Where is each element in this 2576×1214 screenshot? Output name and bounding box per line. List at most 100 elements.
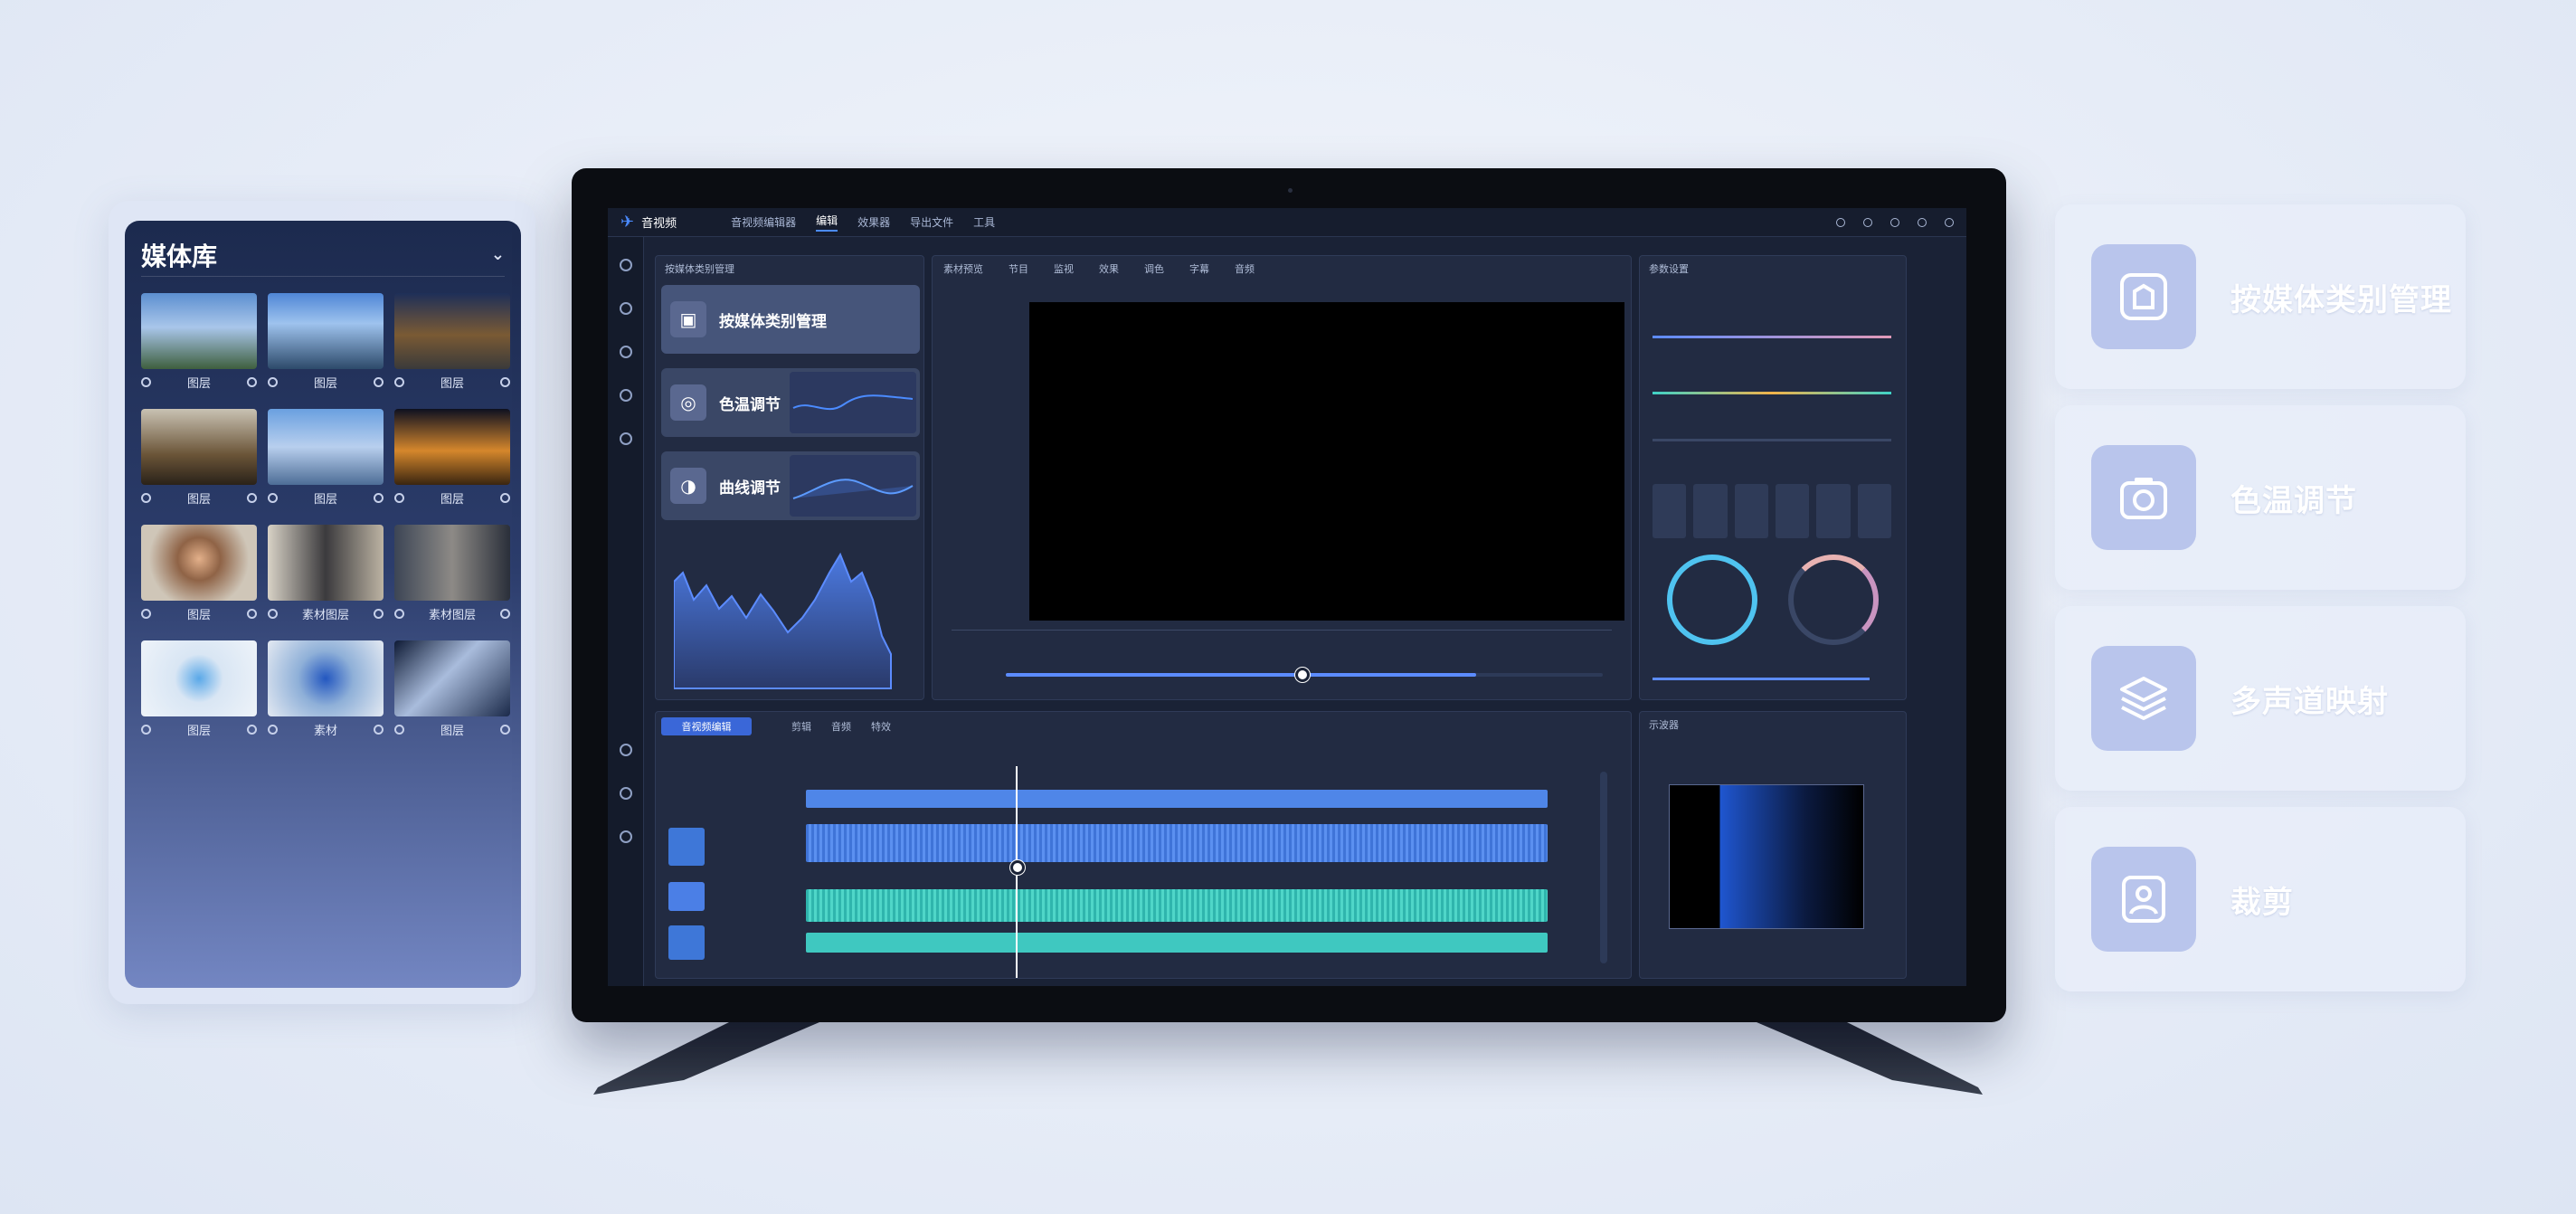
media-item[interactable]: 图层 xyxy=(394,409,510,507)
preview-tab[interactable]: 监视 xyxy=(1054,261,1074,276)
preview-tab[interactable]: 调色 xyxy=(1144,261,1164,276)
menu-item[interactable]: 工具 xyxy=(973,214,995,230)
timeline-tabs: 剪辑 音频 特效 xyxy=(791,719,891,734)
timeline-active-tab[interactable]: 音视频编辑 xyxy=(661,717,752,735)
feature-curve-adjust[interactable]: ◑ 曲线调节 xyxy=(661,451,920,520)
text-tool-icon[interactable] xyxy=(620,302,632,315)
intensity-slider[interactable] xyxy=(1653,678,1870,680)
media-item[interactable]: 素材图层 xyxy=(268,525,384,622)
param-slider[interactable] xyxy=(1653,439,1891,441)
options-icon[interactable] xyxy=(246,492,257,503)
preview-tab[interactable]: 节目 xyxy=(1009,261,1028,276)
timeline-tab[interactable]: 剪辑 xyxy=(791,719,811,734)
curve-icon: ◑ xyxy=(670,468,706,504)
clip-thumbnail[interactable] xyxy=(668,882,705,911)
color-wheel-left[interactable] xyxy=(1667,555,1757,645)
transition-tool-icon[interactable] xyxy=(620,432,632,445)
param-slider[interactable] xyxy=(1653,336,1891,338)
options-icon[interactable] xyxy=(373,492,384,503)
settings-icon[interactable] xyxy=(1863,217,1872,227)
media-item[interactable]: 图层 xyxy=(141,640,257,738)
preset-button[interactable] xyxy=(1816,484,1851,538)
color-wheel-right[interactable] xyxy=(1788,555,1879,645)
options-icon[interactable] xyxy=(499,492,510,503)
video-preview[interactable] xyxy=(1029,302,1624,621)
menu-item[interactable]: 导出文件 xyxy=(910,214,953,230)
preview-tab[interactable]: 音频 xyxy=(1235,261,1255,276)
media-grid: 图层 图层 图层 图层 图层 图层 图层 素材图层 素材图层 图层 素材 图层 xyxy=(141,293,510,738)
preset-button[interactable] xyxy=(1775,484,1810,538)
audio-track-2[interactable] xyxy=(806,889,1548,922)
options-icon[interactable] xyxy=(499,376,510,387)
share-icon[interactable] xyxy=(1918,217,1927,227)
feature-card-label: 多声道映射 xyxy=(2230,683,2389,720)
timeline-tab[interactable]: 音频 xyxy=(831,719,851,734)
feature-panel-title: 按媒体类别管理 xyxy=(665,263,734,275)
menu-item[interactable]: 编辑 xyxy=(816,213,838,232)
options-icon[interactable] xyxy=(499,608,510,619)
media-library-panel: 媒体库 ⌄ 图层 图层 图层 图层 图层 图层 图层 素材图层 素材图层 图层 … xyxy=(125,221,521,988)
preset-button[interactable] xyxy=(1693,484,1728,538)
media-type-icon xyxy=(141,608,151,619)
options-icon[interactable] xyxy=(373,608,384,619)
vertical-zoom-slider[interactable] xyxy=(1600,772,1607,963)
media-item[interactable]: 图层 xyxy=(394,293,510,391)
feature-panel: 按媒体类别管理 ▣ 按媒体类别管理 ◎ 色温调节 ◑ 曲线调节 xyxy=(655,255,924,700)
media-item[interactable]: 素材 xyxy=(268,640,384,738)
preset-button[interactable] xyxy=(1734,484,1768,538)
media-tool-icon[interactable] xyxy=(620,259,632,271)
media-item[interactable]: 图层 xyxy=(141,409,257,507)
feature-card[interactable]: 按媒体类别管理 xyxy=(2055,204,2466,389)
audio-tool-icon[interactable] xyxy=(620,389,632,402)
playback-scrubber[interactable] xyxy=(1295,668,1310,682)
media-type-icon xyxy=(394,608,404,619)
options-icon[interactable] xyxy=(246,376,257,387)
snap-tool-icon[interactable] xyxy=(620,830,632,843)
folder-icon: ▣ xyxy=(670,301,706,337)
audio-track-1[interactable] xyxy=(806,824,1548,862)
playhead-handle[interactable] xyxy=(1010,860,1025,875)
help-icon[interactable] xyxy=(1890,217,1899,227)
clip-thumbnail[interactable] xyxy=(668,828,705,866)
link-tool-icon[interactable] xyxy=(620,787,632,800)
user-icon[interactable] xyxy=(1945,217,1954,227)
options-icon[interactable] xyxy=(373,724,384,735)
curve-preview xyxy=(790,455,916,517)
media-item[interactable]: 图层 xyxy=(141,525,257,622)
preset-button[interactable] xyxy=(1857,484,1891,538)
audio-track-3[interactable] xyxy=(806,933,1548,953)
preview-tab[interactable]: 字幕 xyxy=(1189,261,1209,276)
feature-card[interactable]: 裁剪 xyxy=(2055,807,2466,991)
media-item[interactable]: 图层 xyxy=(141,293,257,391)
options-icon[interactable] xyxy=(499,724,510,735)
options-icon[interactable] xyxy=(246,724,257,735)
cut-tool-icon[interactable] xyxy=(620,744,632,756)
options-icon[interactable] xyxy=(246,608,257,619)
feature-media-category[interactable]: ▣ 按媒体类别管理 xyxy=(661,285,920,354)
media-item[interactable]: 图层 xyxy=(268,409,384,507)
param-slider[interactable] xyxy=(1653,392,1891,394)
histogram-chart xyxy=(674,552,892,689)
scope-display xyxy=(1669,784,1864,929)
feature-card[interactable]: 多声道映射 xyxy=(2055,606,2466,791)
camera-icon xyxy=(2091,445,2196,550)
preview-tab[interactable]: 素材预览 xyxy=(943,261,983,276)
effect-tool-icon[interactable] xyxy=(620,346,632,358)
media-item[interactable]: 素材图层 xyxy=(394,525,510,622)
preview-tabs: 素材预览 节目 监视 效果 调色 字幕 音频 xyxy=(943,261,1255,276)
media-item[interactable]: 图层 xyxy=(268,293,384,391)
notification-icon[interactable] xyxy=(1836,217,1845,227)
menu-item[interactable]: 效果器 xyxy=(857,214,890,230)
preset-button[interactable] xyxy=(1653,484,1687,538)
menu-item[interactable]: 音视频编辑器 xyxy=(731,214,796,230)
preview-tab[interactable]: 效果 xyxy=(1099,261,1119,276)
clip-thumbnail[interactable] xyxy=(668,925,705,960)
app-logo-icon: ✈ xyxy=(620,213,635,232)
feature-card[interactable]: 色温调节 xyxy=(2055,405,2466,590)
chevron-down-icon[interactable]: ⌄ xyxy=(491,245,505,264)
options-icon[interactable] xyxy=(373,376,384,387)
feature-color-temperature[interactable]: ◎ 色温调节 xyxy=(661,368,920,437)
video-track[interactable] xyxy=(806,790,1548,808)
media-item[interactable]: 图层 xyxy=(394,640,510,738)
timeline-tab[interactable]: 特效 xyxy=(871,719,891,734)
